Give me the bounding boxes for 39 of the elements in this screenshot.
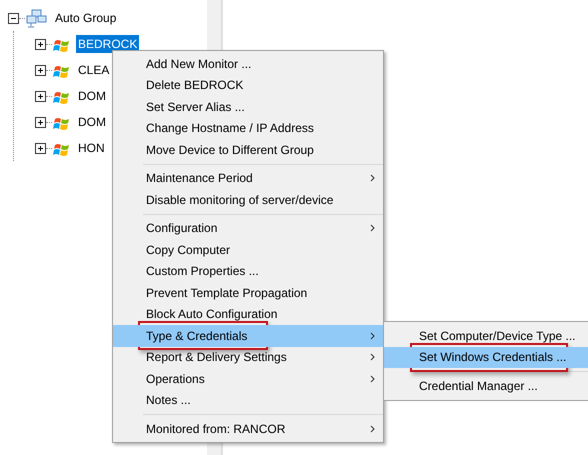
menu-item[interactable]: Block Auto Configuration — [113, 304, 383, 325]
menu-item[interactable]: Monitored from: RANCOR — [113, 418, 383, 440]
chevron-icon — [370, 174, 375, 182]
menu-item[interactable]: Set Server Alias ... — [113, 96, 383, 118]
tree-item[interactable]: HON — [76, 139, 107, 157]
chevron-icon — [370, 424, 375, 433]
menu-item[interactable]: Disable monitoring of server/device — [113, 189, 383, 210]
menu-item[interactable]: Custom Properties ... — [113, 260, 383, 282]
network-icon — [26, 8, 47, 28]
menu-item[interactable]: Configuration — [113, 218, 383, 239]
expand-icon[interactable] — [35, 38, 46, 50]
menu-item[interactable]: Type & Credentials — [113, 325, 383, 346]
chevron-icon — [370, 224, 375, 232]
menu-item[interactable]: Operations — [113, 368, 383, 390]
menu-item[interactable]: Set Windows Credentials ... — [384, 346, 588, 368]
menu-item[interactable]: Move Device to Different Group — [113, 139, 383, 160]
tree-item[interactable]: CLEA — [76, 61, 112, 79]
menu-item[interactable]: Change Hostname / IP Address — [113, 118, 383, 139]
collapse-icon[interactable] — [8, 12, 19, 24]
menu-item[interactable]: Add New Monitor ... — [113, 53, 383, 74]
tree-item[interactable]: BEDROCK — [76, 35, 140, 53]
tree-item[interactable]: Auto Group — [53, 9, 118, 27]
chevron-icon — [370, 332, 375, 340]
menu-item[interactable]: Delete BEDROCK — [113, 74, 383, 96]
chevron-icon — [370, 353, 375, 362]
chevron-icon — [370, 374, 375, 383]
menu-item[interactable]: Copy Computer — [113, 239, 383, 260]
expand-icon[interactable] — [35, 90, 46, 102]
menu-item[interactable]: Notes ... — [113, 390, 383, 411]
menu-item[interactable]: Credential Manager ... — [384, 375, 588, 396]
menu-item[interactable]: Report & Delivery Settings — [113, 346, 383, 368]
menu-item[interactable]: Set Computer/Device Type ... — [384, 325, 588, 346]
expand-icon[interactable] — [35, 64, 46, 76]
menu-item[interactable]: Maintenance Period — [113, 168, 383, 189]
tree-item[interactable]: DOM — [76, 113, 108, 131]
expand-icon[interactable] — [35, 142, 46, 154]
expand-icon[interactable] — [35, 116, 46, 128]
menu-item[interactable]: Prevent Template Propagation — [113, 282, 383, 304]
tree-item[interactable]: DOM — [76, 87, 108, 105]
